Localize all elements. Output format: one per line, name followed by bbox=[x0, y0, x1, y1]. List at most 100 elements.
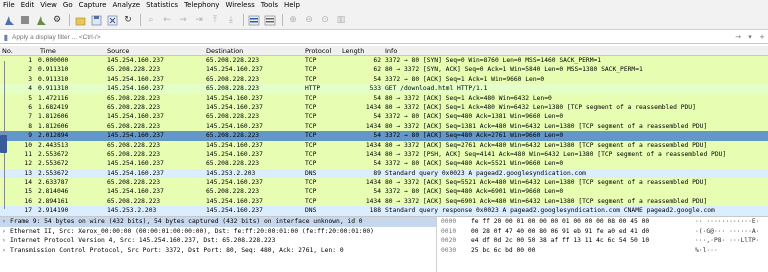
first-packet-icon[interactable]: ⤒ bbox=[208, 13, 222, 27]
expand-arrow-icon[interactable]: › bbox=[2, 227, 10, 237]
go-forward-icon[interactable]: → bbox=[176, 13, 190, 27]
stop-capture-icon[interactable] bbox=[18, 13, 32, 27]
packet-row[interactable]: 13 2.553672 145.254.160.237 145.253.2.203 DN… bbox=[0, 168, 768, 179]
packet-row[interactable]: 12 2.553672 145.254.160.237 65.208.228.223 T… bbox=[0, 159, 768, 169]
packet-no: 1 bbox=[28, 57, 32, 64]
packet-protocol: TCP bbox=[305, 141, 317, 149]
bookmark-filter-icon[interactable]: ▮ bbox=[0, 33, 12, 42]
menu-wireless[interactable]: Wireless bbox=[222, 0, 257, 11]
bytes-row[interactable]: 0000 fe ff 20 00 01 00 00 00 01 00 00 00… bbox=[437, 217, 768, 227]
packet-row[interactable]: 7 1.812606 145.254.160.237 65.208.228.223 TC… bbox=[0, 112, 768, 122]
packet-protocol: TCP bbox=[305, 103, 317, 111]
column-destination[interactable]: Destination bbox=[206, 46, 243, 56]
packet-row[interactable]: 16 2.894161 65.208.228.223 145.254.160.237 T… bbox=[0, 196, 768, 207]
column-no[interactable]: No. bbox=[2, 46, 13, 56]
go-back-icon[interactable]: ← bbox=[160, 13, 174, 27]
packet-row[interactable]: 14 2.633787 65.208.228.223 145.254.160.237 T… bbox=[0, 178, 768, 188]
packet-source: 145.253.2.203 bbox=[107, 207, 157, 215]
packet-row[interactable]: 4 0.911310 145.254.160.237 65.208.228.223 HT… bbox=[0, 84, 768, 94]
packet-time: 2.633787 bbox=[38, 179, 69, 187]
detail-ip[interactable]: › Internet Protocol Version 4, Src: 145.2… bbox=[0, 236, 436, 246]
normal-size-icon[interactable]: ⊙ bbox=[318, 13, 332, 27]
go-to-packet-icon[interactable]: ⇥ bbox=[192, 13, 206, 27]
zoom-out-icon[interactable]: ⊖ bbox=[302, 13, 316, 27]
close-file-icon[interactable] bbox=[105, 13, 119, 27]
colorize-icon[interactable] bbox=[263, 13, 277, 27]
packet-row[interactable]: 3 0.911310 145.254.160.237 65.208.228.223 TC… bbox=[0, 74, 768, 85]
packet-no: 9 bbox=[28, 132, 32, 140]
column-source[interactable]: Source bbox=[107, 46, 129, 56]
menu-telephony[interactable]: Telephony bbox=[181, 0, 222, 11]
packet-length: 1434 bbox=[365, 179, 381, 187]
menu-help[interactable]: Help bbox=[281, 0, 303, 11]
auto-scroll-icon[interactable] bbox=[247, 13, 261, 27]
menu-go[interactable]: Go bbox=[60, 0, 76, 11]
resize-columns-icon[interactable]: ▥ bbox=[334, 13, 348, 27]
save-file-icon[interactable] bbox=[89, 13, 103, 27]
packet-protocol: TCP bbox=[305, 113, 317, 121]
capture-options-gear-icon[interactable]: ⚙ bbox=[50, 13, 64, 27]
packet-no: 17 bbox=[24, 207, 32, 215]
packet-row[interactable]: 1 0.000000 145.254.160.237 65.208.228.223 TC… bbox=[0, 56, 768, 66]
packet-row[interactable]: 5 1.472116 65.208.228.223 145.254.160.237 TC… bbox=[0, 93, 768, 103]
detail-ethernet[interactable]: › Ethernet II, Src: Xerox_00:00:00 (00:00… bbox=[0, 227, 436, 237]
bytes-row[interactable]: 0020 e4 df 0d 2c 00 50 38 af ff 13 11 4c… bbox=[437, 236, 768, 246]
packet-info: 80 → 3372 [ACK] Seq=2761 Ack=480 Win=643… bbox=[385, 141, 708, 149]
packet-row[interactable]: 10 2.443513 65.208.228.223 145.254.160.237 T… bbox=[0, 140, 768, 150]
packet-row[interactable]: 6 1.682419 65.208.228.223 145.254.160.237 TC… bbox=[0, 102, 768, 113]
zoom-in-icon[interactable]: ⊕ bbox=[286, 13, 300, 27]
packet-row[interactable]: 9 2.012894 145.254.160.237 65.208.228.223 TC… bbox=[0, 131, 768, 141]
expand-arrow-icon[interactable]: › bbox=[2, 217, 10, 227]
column-length[interactable]: Length bbox=[342, 46, 364, 56]
expand-arrow-icon[interactable]: › bbox=[2, 236, 10, 246]
packet-info: 3372 → 80 [SYN] Seq=0 Win=8760 Len=0 MSS… bbox=[385, 57, 602, 64]
packet-row[interactable]: 15 2.814046 145.254.160.237 65.208.228.223 T… bbox=[0, 187, 768, 197]
column-time[interactable]: Time bbox=[40, 46, 56, 56]
packet-row[interactable]: 8 1.812606 65.208.228.223 145.254.160.237 TC… bbox=[0, 121, 768, 132]
shark-fin-start-icon[interactable] bbox=[2, 13, 16, 27]
bytes-row[interactable]: 0030 25 bc 6c bd 00 00 %·l··· bbox=[437, 246, 768, 256]
bytes-offset: 0010 bbox=[441, 227, 457, 235]
packet-no: 10 bbox=[24, 141, 32, 149]
expand-arrow-icon[interactable]: › bbox=[2, 246, 10, 256]
add-filter-button-icon[interactable]: + bbox=[756, 32, 768, 43]
packet-destination: 145.254.160.237 bbox=[206, 94, 263, 102]
packet-source: 65.208.228.223 bbox=[107, 141, 161, 149]
column-protocol[interactable]: Protocol bbox=[305, 46, 331, 56]
packet-time: 2.814046 bbox=[38, 188, 69, 196]
last-packet-icon[interactable]: ⤓ bbox=[224, 13, 238, 27]
bytes-hex: 00 28 0f 47 40 00 80 06 91 eb 91 fe a0 e… bbox=[471, 227, 650, 235]
find-packet-icon[interactable]: ⌕ bbox=[144, 13, 158, 27]
packet-protocol: TCP bbox=[305, 66, 317, 74]
detail-frame[interactable]: › Frame 9: 54 bytes on wire (432 bits), 5… bbox=[0, 217, 436, 227]
menu-file[interactable]: File bbox=[0, 0, 18, 11]
packet-destination: 65.208.228.223 bbox=[206, 85, 260, 93]
menu-view[interactable]: View bbox=[37, 0, 60, 11]
menu-capture[interactable]: Capture bbox=[76, 0, 110, 11]
apply-filter-arrow-icon[interactable]: → bbox=[732, 32, 744, 43]
bytes-row[interactable]: 0010 00 28 0f 47 40 00 80 06 91 eb 91 fe… bbox=[437, 227, 768, 237]
packet-destination: 65.208.228.223 bbox=[206, 75, 260, 83]
pane-resize-handle[interactable] bbox=[0, 135, 7, 153]
packet-destination: 145.254.160.237 bbox=[206, 150, 263, 158]
filter-dropdown-icon[interactable]: ▾ bbox=[744, 32, 756, 43]
reload-file-icon[interactable]: ↻ bbox=[121, 13, 135, 27]
packet-row[interactable]: 2 0.911310 65.208.228.223 145.254.160.237 TC… bbox=[0, 65, 768, 75]
packet-destination: 65.208.228.223 bbox=[206, 132, 260, 140]
packet-row[interactable]: 17 2.914190 145.253.2.203 145.254.160.237 DN… bbox=[0, 206, 768, 216]
menu-edit[interactable]: Edit bbox=[18, 0, 38, 11]
detail-tcp[interactable]: › Transmission Control Protocol, Src Port… bbox=[0, 246, 436, 256]
display-filter-input[interactable] bbox=[12, 31, 732, 43]
packet-time: 0.000000 bbox=[38, 57, 69, 64]
packet-time: 2.012894 bbox=[38, 132, 69, 140]
menu-tools[interactable]: Tools bbox=[258, 0, 281, 11]
packet-time: 1.812606 bbox=[38, 122, 69, 130]
open-file-icon[interactable] bbox=[73, 13, 87, 27]
toolbar-separator bbox=[69, 14, 70, 26]
packet-row[interactable]: 11 2.553672 65.208.228.223 145.254.160.237 T… bbox=[0, 149, 768, 160]
packet-list[interactable]: 1 0.000000 145.254.160.237 65.208.228.223 TC… bbox=[0, 56, 768, 216]
menu-analyze[interactable]: Analyze bbox=[109, 0, 143, 11]
column-info[interactable]: Info bbox=[385, 46, 397, 56]
restart-capture-icon[interactable] bbox=[34, 13, 48, 27]
menu-statistics[interactable]: Statistics bbox=[143, 0, 181, 11]
